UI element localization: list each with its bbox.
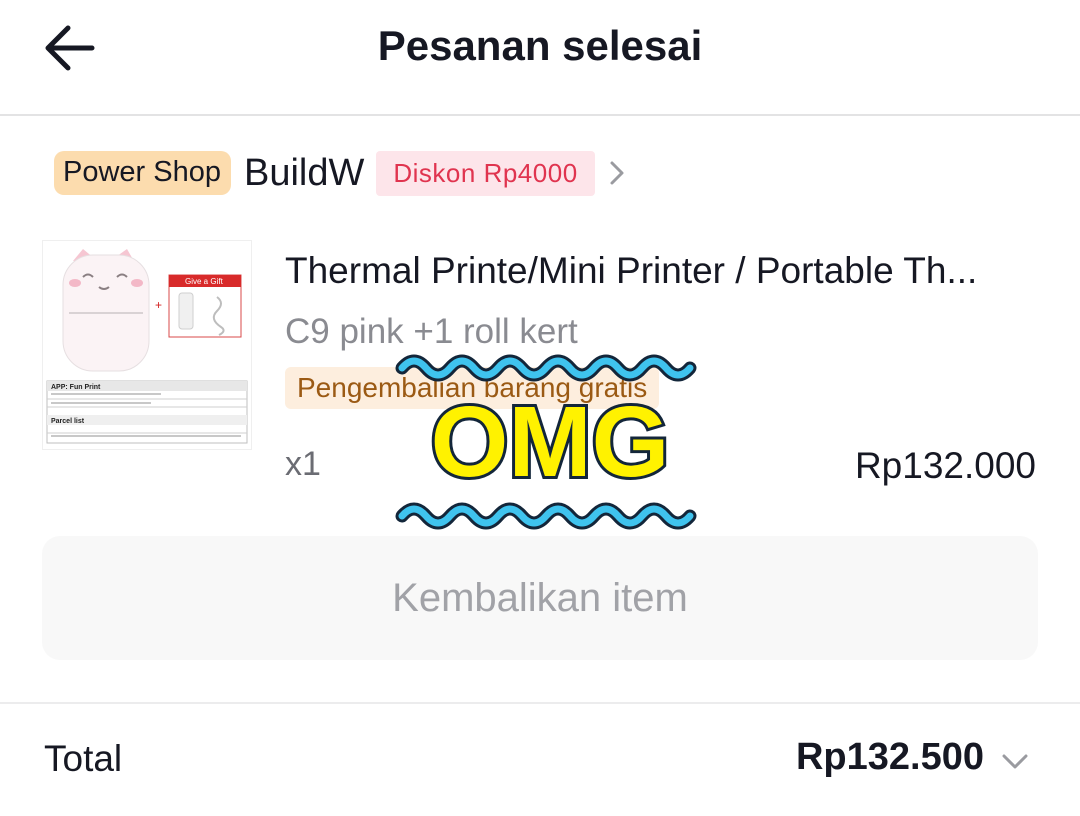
chevron-right-icon[interactable] <box>605 158 629 188</box>
chevron-down-icon[interactable] <box>1000 748 1030 774</box>
shop-name[interactable]: BuildW <box>244 152 364 195</box>
product-quantity: x1 <box>285 445 321 483</box>
total-label: Total <box>44 738 123 779</box>
shop-row[interactable]: Power Shop BuildW Diskon Rp4000 <box>54 150 629 196</box>
app-label: APP: Fun Print <box>51 384 101 391</box>
power-shop-badge: Power Shop <box>54 151 231 195</box>
page-title: Pesanan selesai <box>377 22 703 69</box>
total-value[interactable]: Rp132.500 <box>796 736 984 779</box>
product-image[interactable]: + + Give a Gift APP: Fun Print Parcel li… <box>42 240 252 450</box>
divider <box>0 702 1080 704</box>
omg-sticker: OMG <box>395 354 697 530</box>
product-price: Rp132.000 <box>854 445 1036 486</box>
product-name[interactable]: Thermal Printe/Mini Printer / Portable T… <box>285 250 1045 292</box>
parcel-label: Parcel list <box>51 418 85 425</box>
omg-text: OMG <box>431 386 670 498</box>
svg-text:+: + <box>155 298 162 312</box>
discount-badge: Diskon Rp4000 <box>376 150 595 196</box>
header-bar: Pesanan selesai <box>0 0 1080 116</box>
gift-label: Give a Gift <box>185 277 224 286</box>
return-item-button[interactable]: Kembalikan item <box>42 536 1038 660</box>
